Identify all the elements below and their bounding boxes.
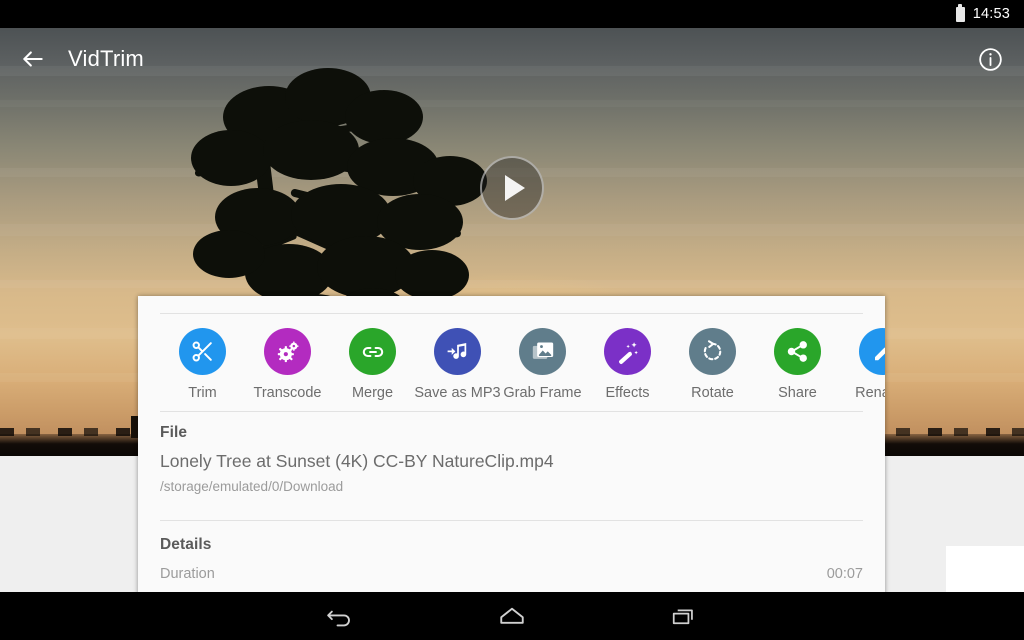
- play-icon[interactable]: [480, 156, 544, 220]
- action-save-as-mp3[interactable]: Save as MP3: [414, 328, 501, 401]
- details-section: Details Duration 00:07: [138, 521, 885, 592]
- tree-foliage: [193, 230, 265, 278]
- action-row: Trim Transcode Merge Save as MP3 Grab Fr…: [138, 314, 885, 411]
- action-trim[interactable]: Trim: [160, 328, 245, 401]
- file-path: /storage/emulated/0/Download: [160, 479, 344, 494]
- tree-foliage: [395, 250, 469, 300]
- pencil-icon: [859, 328, 885, 375]
- photos-icon: [519, 328, 566, 375]
- status-bar-right: 14:53: [955, 3, 1010, 22]
- page-title: VidTrim: [68, 46, 144, 71]
- tree-foliage: [345, 90, 423, 144]
- details-section-title: Details: [160, 536, 212, 553]
- file-section-title: File: [160, 424, 188, 441]
- action-label: Rename: [855, 385, 885, 401]
- details-rows: Duration 00:07: [160, 562, 863, 582]
- file-name: Lonely Tree at Sunset (4K) CC-BY NatureC…: [160, 451, 554, 471]
- share-icon: [774, 328, 821, 375]
- android-screen: VidTrim Trim Transcode Merge Save as MP3…: [0, 0, 1024, 640]
- action-transcode[interactable]: Transcode: [245, 328, 330, 401]
- nav-back-icon[interactable]: [282, 592, 398, 640]
- link-icon: [349, 328, 396, 375]
- action-label: Trim: [188, 385, 217, 401]
- action-grab-frame[interactable]: Grab Frame: [500, 328, 585, 401]
- action-merge[interactable]: Merge: [330, 328, 415, 401]
- navigation-bar: [0, 592, 1024, 640]
- info-icon[interactable]: [977, 46, 1004, 73]
- scissors-icon: [179, 328, 226, 375]
- status-bar: 14:53: [0, 0, 1024, 28]
- back-arrow-icon[interactable]: [20, 46, 46, 72]
- nav-home-icon[interactable]: [454, 592, 570, 640]
- action-label: Rotate: [691, 385, 734, 401]
- music-note-icon: [434, 328, 481, 375]
- action-share[interactable]: Share: [755, 328, 840, 401]
- gears-icon: [264, 328, 311, 375]
- action-label: Merge: [351, 385, 394, 401]
- white-overlay-block: [946, 546, 1024, 594]
- video-detail-card: Trim Transcode Merge Save as MP3 Grab Fr…: [138, 296, 885, 600]
- tree-foliage: [263, 120, 359, 180]
- action-label: Transcode: [253, 385, 322, 401]
- action-label: Grab Frame: [503, 385, 582, 401]
- action-label: Effects: [605, 385, 650, 401]
- detail-label: Duration: [160, 566, 215, 582]
- action-label: Save as MP3: [414, 385, 501, 401]
- rotate-icon: [689, 328, 736, 375]
- app-bar: VidTrim: [0, 28, 1024, 90]
- action-rotate[interactable]: Rotate: [670, 328, 755, 401]
- detail-row-duration: Duration 00:07: [160, 562, 863, 582]
- magic-wand-icon: [604, 328, 651, 375]
- action-rename[interactable]: Rename: [840, 328, 885, 401]
- detail-value: 00:07: [826, 566, 863, 582]
- action-label: Share: [778, 385, 817, 401]
- tree-foliage: [191, 130, 271, 186]
- battery-icon: [955, 3, 965, 22]
- nav-recents-icon[interactable]: [626, 592, 742, 640]
- action-effects[interactable]: Effects: [585, 328, 670, 401]
- play-triangle: [504, 175, 525, 201]
- status-bar-clock: 14:53: [972, 6, 1010, 22]
- file-section: File Lonely Tree at Sunset (4K) CC-BY Na…: [138, 412, 885, 504]
